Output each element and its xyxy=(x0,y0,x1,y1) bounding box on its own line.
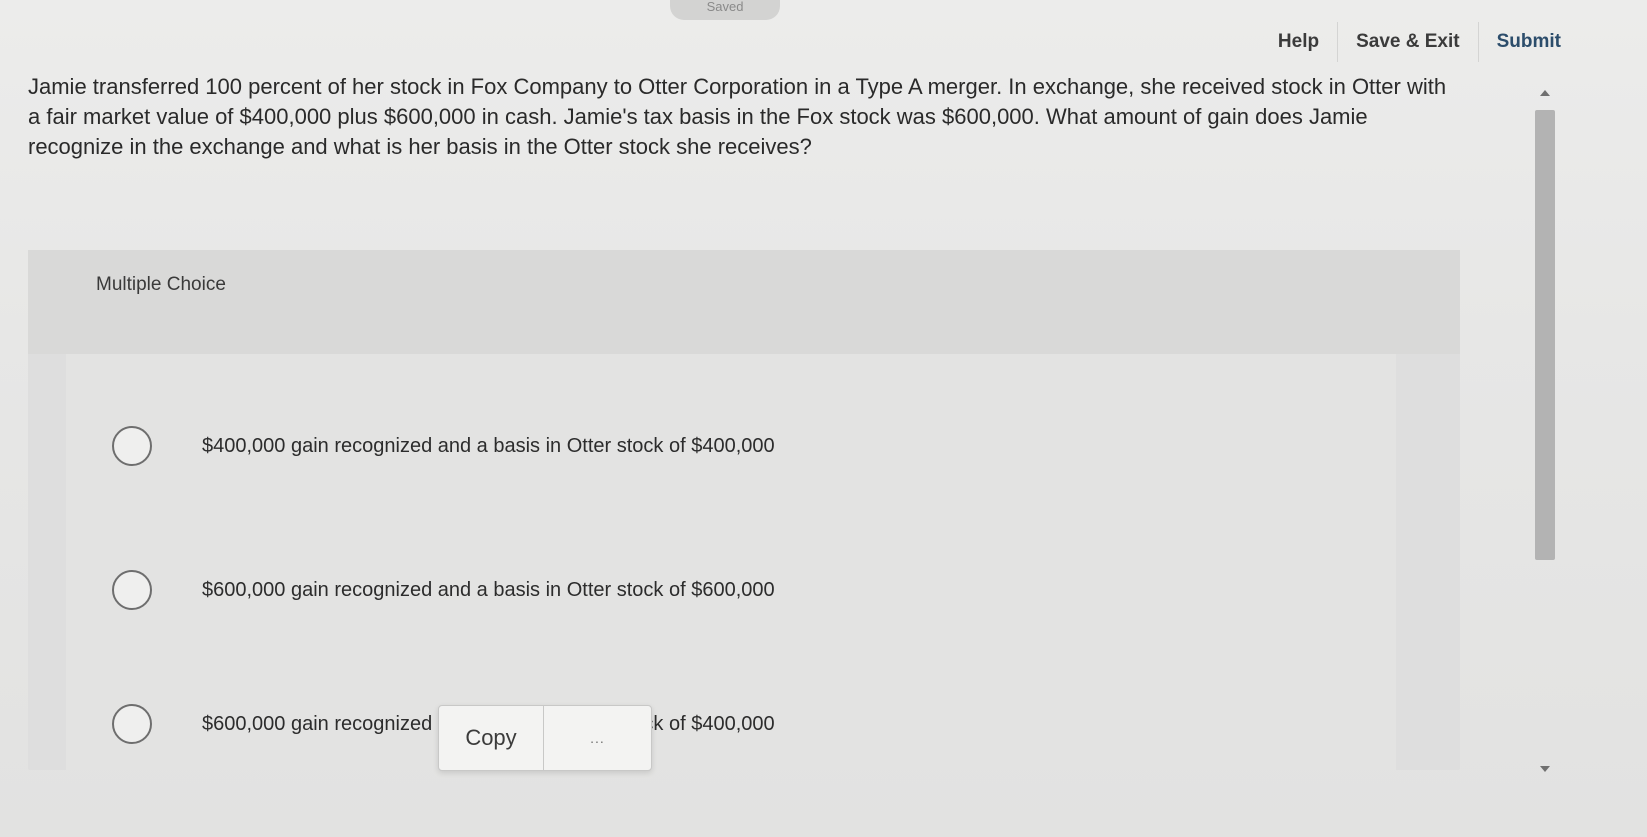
radio-button[interactable] xyxy=(112,570,152,610)
copy-context-menu: Copy ... xyxy=(438,705,652,771)
multiple-choice-panel: Multiple Choice $400,000 gain recognized… xyxy=(28,250,1460,770)
option-label: $400,000 gain recognized and a basis in … xyxy=(202,434,775,457)
help-link[interactable]: Help xyxy=(1260,22,1337,62)
save-exit-link[interactable]: Save & Exit xyxy=(1337,22,1478,62)
radio-button[interactable] xyxy=(112,426,152,466)
more-options-button[interactable]: ... xyxy=(544,706,651,770)
option-3[interactable]: $600,000 gain recognized and a basis in … xyxy=(66,672,1396,776)
options-list: $400,000 gain recognized and a basis in … xyxy=(66,354,1396,770)
top-navigation: Help Save & Exit Submit xyxy=(1127,14,1647,70)
copy-button[interactable]: Copy xyxy=(439,706,544,770)
scroll-up-arrow-icon[interactable] xyxy=(1540,90,1550,96)
multiple-choice-label: Multiple Choice xyxy=(96,274,226,295)
submit-link[interactable]: Submit xyxy=(1477,22,1579,62)
scroll-thumb[interactable] xyxy=(1535,110,1555,560)
radio-button[interactable] xyxy=(112,704,152,744)
option-label: $600,000 gain recognized and a basis in … xyxy=(202,578,775,601)
vertical-scrollbar[interactable] xyxy=(1534,86,1558,786)
option-2[interactable]: $600,000 gain recognized and a basis in … xyxy=(66,538,1396,642)
option-1[interactable]: $400,000 gain recognized and a basis in … xyxy=(66,394,1396,498)
multiple-choice-header: Multiple Choice xyxy=(28,250,1460,354)
saved-status: Saved xyxy=(670,0,780,20)
question-text: Jamie transferred 100 percent of her sto… xyxy=(28,74,1447,159)
scroll-down-arrow-icon[interactable] xyxy=(1540,766,1550,772)
